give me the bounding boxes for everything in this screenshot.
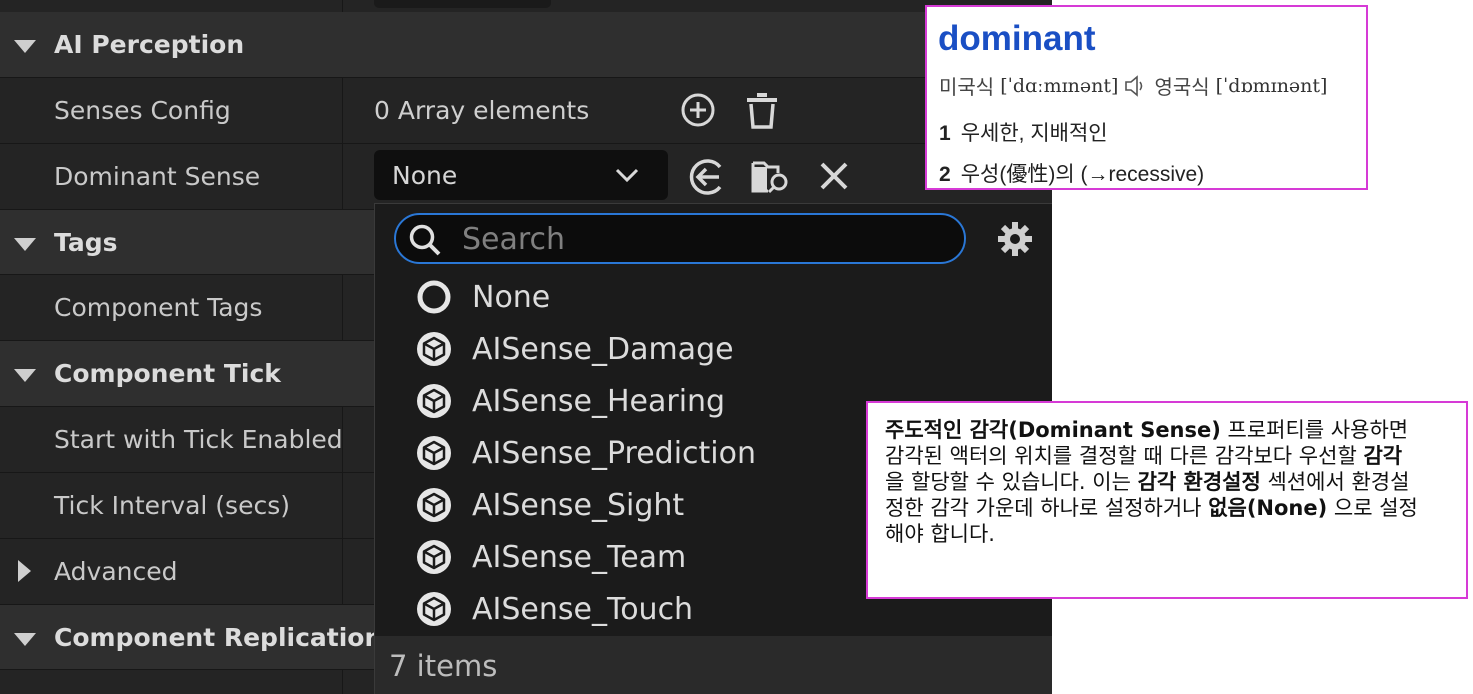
column-splitter[interactable] <box>342 144 343 209</box>
close-icon <box>820 162 848 190</box>
definition-text: 우세한, 지배적인 <box>960 122 1108 145</box>
plus-circle-icon <box>681 93 715 127</box>
clear-button[interactable] <box>816 158 852 194</box>
item-label: AISense_Hearing <box>472 383 726 419</box>
item-label: AISense_Prediction <box>472 435 757 471</box>
definition-text: 우성(優性)의 (→recessive) <box>960 163 1205 186</box>
definition-1: 1 우세한, 지배적인 <box>939 117 1108 147</box>
search-box[interactable] <box>394 213 966 264</box>
class-cube-icon <box>417 436 451 470</box>
array-count-text: 0 Array elements <box>374 96 590 125</box>
search-input[interactable] <box>460 220 944 258</box>
expand-arrow-icon[interactable] <box>14 369 36 382</box>
explanation-note: 주도적인 감각(Dominant Sense) 프로퍼티를 사용하면 감각된 액… <box>866 401 1468 599</box>
item-label: AISense_Damage <box>472 331 734 367</box>
category-label: Tags <box>54 227 118 257</box>
expand-arrow-icon[interactable] <box>14 40 36 53</box>
dictionary-popup: dominant 미국식 [ˈdɑːmɪnənt] 영국식 [ˈdɒmɪnənt… <box>925 5 1368 190</box>
note-span: 을 할당할 수 있습니다. 이는 <box>885 470 1138 494</box>
class-cube-icon <box>417 384 451 418</box>
trash-icon <box>747 93 777 129</box>
item-label: AISense_Team <box>472 539 687 575</box>
combo-selected-value: None <box>392 160 458 190</box>
class-cube-icon <box>417 540 451 574</box>
property-label: Start with Tick Enabled <box>54 425 343 454</box>
us-ipa: [ˈdɑːmɪnənt] <box>1000 74 1119 97</box>
category-label: Component Tick <box>54 359 281 388</box>
expand-arrow-icon[interactable] <box>14 633 36 646</box>
add-element-button[interactable] <box>680 92 716 128</box>
definition-number: 2 <box>939 163 951 186</box>
browse-button[interactable] <box>750 155 792 197</box>
dictionary-word: dominant <box>938 19 1096 58</box>
expand-arrow-icon[interactable] <box>18 560 31 582</box>
note-bold: 없음(None) <box>1208 496 1328 520</box>
dominant-sense-combo[interactable]: None <box>374 150 668 200</box>
property-label: Component Tags <box>54 293 263 322</box>
category-label: AI Perception <box>54 30 245 59</box>
use-selected-button[interactable] <box>687 157 727 197</box>
definition-2: 2 우성(優性)의 (→recessive) <box>939 158 1204 188</box>
note-text: 주도적인 감각(Dominant Sense) 프로퍼티를 사용하면 감각된 액… <box>885 417 1425 547</box>
category-label: Component Replication <box>54 622 383 652</box>
category-label: Advanced <box>54 557 178 586</box>
item-label: None <box>472 279 551 315</box>
note-bold: 감각 환경설정 <box>1137 470 1261 494</box>
expand-arrow-icon[interactable] <box>14 238 36 251</box>
gear-icon[interactable] <box>997 221 1033 257</box>
column-splitter[interactable] <box>342 539 343 604</box>
circle-icon <box>417 280 451 314</box>
property-label: Tick Interval (secs) <box>54 491 290 520</box>
column-splitter[interactable] <box>342 78 343 143</box>
category-ai-perception[interactable]: AI Perception <box>0 12 1052 78</box>
clear-array-button[interactable] <box>744 90 780 130</box>
dropdown-item-none[interactable]: None <box>375 271 1052 323</box>
column-splitter[interactable] <box>342 0 343 12</box>
us-label: 미국식 <box>939 77 995 99</box>
note-bold: 감각 <box>1363 444 1403 468</box>
item-label: AISense_Touch <box>472 591 694 627</box>
note-bold: 주도적인 감각(Dominant Sense) <box>885 418 1221 442</box>
class-cube-icon <box>417 592 451 626</box>
property-row-senses-config: Senses Config 0 Array elements <box>0 78 1052 144</box>
column-splitter[interactable] <box>342 275 343 340</box>
partial-value-box <box>374 0 551 8</box>
property-row-dominant-sense: Dominant Sense None <box>0 144 1052 210</box>
column-splitter[interactable] <box>342 670 343 694</box>
chevron-down-icon <box>615 168 639 183</box>
speaker-icon[interactable] <box>1124 74 1148 97</box>
item-count: 7 items <box>389 649 498 683</box>
browse-folder-icon <box>751 161 788 194</box>
dropdown-footer: 7 items <box>375 636 1052 694</box>
pronunciation-line: 미국식 [ˈdɑːmɪnənt] 영국식 [ˈdɒmɪnənt] <box>939 71 1327 100</box>
column-splitter[interactable] <box>342 473 343 538</box>
dropdown-item-aisense-damage[interactable]: AISense_Damage <box>375 323 1052 375</box>
class-cube-icon <box>417 488 451 522</box>
uk-label: 영국식 <box>1154 77 1210 99</box>
item-label: AISense_Sight <box>472 487 685 523</box>
use-selected-arrow-icon <box>689 159 722 195</box>
property-label: Senses Config <box>54 96 231 125</box>
class-cube-icon <box>417 332 451 366</box>
definition-number: 1 <box>939 122 951 145</box>
property-label: Dominant Sense <box>54 162 261 191</box>
uk-ipa: [ˈdɒmɪnənt] <box>1215 74 1328 97</box>
search-icon <box>409 224 441 256</box>
